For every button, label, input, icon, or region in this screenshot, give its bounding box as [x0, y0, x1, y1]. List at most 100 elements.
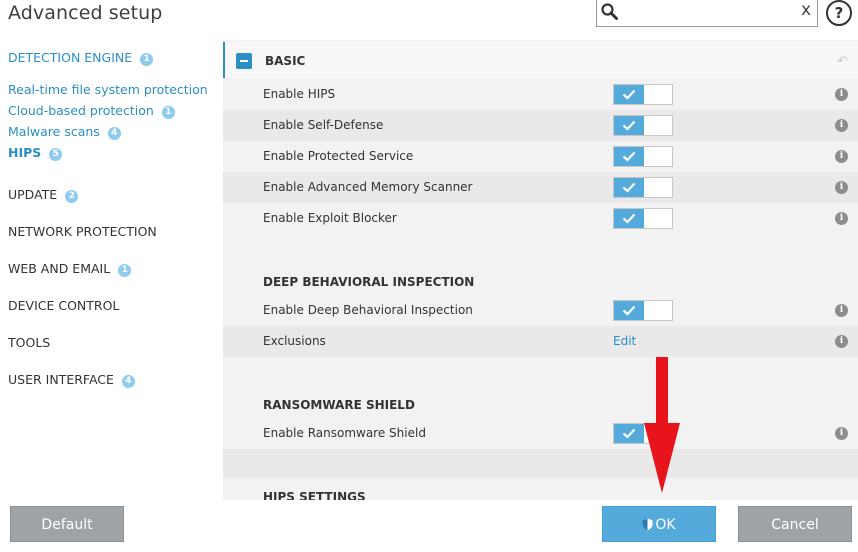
count-badge: 2 — [65, 190, 79, 203]
enable-memory-scanner-toggle[interactable] — [613, 177, 673, 198]
check-icon — [622, 182, 636, 193]
sidebar-item-label: TOOLS — [8, 335, 51, 350]
setting-row-enable-protected-service: Enable Protected Service i — [223, 141, 858, 172]
count-badge: 1 — [118, 264, 132, 277]
sidebar-item-device-control[interactable]: DEVICE CONTROL — [8, 298, 119, 313]
info-icon[interactable]: i — [835, 212, 848, 225]
count-badge: 1 — [161, 106, 175, 119]
setting-row-enable-ransomware-shield: Enable Ransomware Shield i — [223, 418, 858, 449]
sidebar-item-label: NETWORK PROTECTION — [8, 224, 157, 239]
help-icon[interactable]: ? — [826, 0, 852, 26]
check-icon — [622, 120, 636, 131]
toggle-on-indicator — [614, 85, 644, 104]
ok-button[interactable]: OK — [602, 506, 716, 542]
exclusions-edit-link[interactable]: Edit — [613, 334, 636, 348]
section-header-hips-settings: HIPS SETTINGS — [223, 478, 858, 500]
enable-hips-toggle[interactable] — [613, 84, 673, 105]
count-badge: 5 — [49, 148, 63, 161]
sidebar-item-label: DETECTION ENGINE — [8, 50, 133, 65]
setting-row-enable-exploit-blocker: Enable Exploit Blocker i — [223, 203, 858, 234]
toggle-on-indicator — [614, 178, 644, 197]
toggle-on-indicator — [614, 116, 644, 135]
sidebar-item-user-interface[interactable]: USER INTERFACE 4 — [8, 372, 135, 388]
section-header-deep-behavioral: DEEP BEHAVIORAL INSPECTION — [223, 263, 858, 299]
sidebar: DETECTION ENGINE 1 Real-time file system … — [0, 40, 222, 500]
sidebar-item-label: UPDATE — [8, 187, 58, 202]
sidebar-item-label: HIPS — [8, 145, 42, 160]
setting-label: Enable Deep Behavioral Inspection — [263, 303, 473, 317]
enable-deep-inspection-toggle[interactable] — [613, 300, 673, 321]
toggle-on-indicator — [614, 147, 644, 166]
setting-label: Enable Exploit Blocker — [263, 211, 397, 225]
sidebar-item-label: Real-time file system protection — [8, 82, 208, 97]
cancel-button[interactable]: Cancel — [738, 506, 852, 542]
sidebar-item-realtime-protection[interactable]: Real-time file system protection — [8, 82, 208, 97]
info-icon[interactable]: i — [835, 181, 848, 194]
settings-panel: BASIC ↶ Enable HIPS i Enable Self-Defens… — [223, 40, 858, 500]
sidebar-item-label: WEB AND EMAIL — [8, 261, 111, 276]
section-header-basic[interactable]: BASIC ↶ — [223, 42, 858, 78]
setting-row-enable-memory-scanner: Enable Advanced Memory Scanner i — [223, 172, 858, 203]
setting-label: Enable HIPS — [263, 87, 336, 101]
section-title: BASIC — [265, 54, 306, 68]
check-icon — [622, 89, 636, 100]
setting-row-exclusions: Exclusions Edit i — [223, 326, 858, 357]
page-title: Advanced setup — [8, 2, 163, 24]
info-icon[interactable]: i — [835, 304, 848, 317]
setting-row-enable-deep-inspection: Enable Deep Behavioral Inspection i — [223, 295, 858, 326]
sidebar-item-update[interactable]: UPDATE 2 — [8, 187, 79, 203]
section-title: RANSOMWARE SHIELD — [263, 398, 415, 412]
info-icon[interactable]: i — [835, 150, 848, 163]
check-icon — [622, 428, 636, 439]
sidebar-item-hips[interactable]: HIPS 5 — [8, 145, 63, 161]
setting-label: Exclusions — [263, 334, 326, 348]
setting-label: Enable Self-Defense — [263, 118, 384, 132]
sidebar-item-label: USER INTERFACE — [8, 372, 114, 387]
count-badge: 4 — [121, 375, 135, 388]
setting-label: Enable Protected Service — [263, 149, 414, 163]
empty-row — [223, 449, 858, 480]
section-header-ransomware-shield: RANSOMWARE SHIELD — [223, 386, 858, 422]
sidebar-item-malware-scans[interactable]: Malware scans 4 — [8, 124, 121, 140]
sidebar-item-tools[interactable]: TOOLS — [8, 335, 50, 350]
sidebar-item-network-protection[interactable]: NETWORK PROTECTION — [8, 224, 157, 239]
revert-icon[interactable]: ↶ — [837, 54, 848, 69]
setting-row-enable-hips: Enable HIPS i — [223, 79, 858, 110]
count-badge: 4 — [107, 127, 121, 140]
setting-row-enable-self-defense: Enable Self-Defense i — [223, 110, 858, 141]
check-icon — [622, 213, 636, 224]
clear-search-button[interactable]: x — [801, 0, 811, 20]
ok-button-label: OK — [655, 517, 676, 533]
shield-icon — [642, 518, 653, 531]
toggle-on-indicator — [614, 209, 644, 228]
sidebar-item-cloud-protection[interactable]: Cloud-based protection 1 — [8, 103, 175, 119]
toggle-on-indicator — [614, 301, 644, 320]
count-badge: 1 — [140, 53, 154, 66]
collapse-icon[interactable] — [236, 53, 252, 69]
advanced-setup-window: Advanced setup x ? DETECTION ENGINE 1 Rea… — [0, 0, 858, 552]
header: Advanced setup x ? — [0, 0, 858, 34]
enable-self-defense-toggle[interactable] — [613, 115, 673, 136]
section-title: DEEP BEHAVIORAL INSPECTION — [263, 275, 475, 289]
sidebar-item-label: Cloud-based protection — [8, 103, 154, 118]
sidebar-item-label: Malware scans — [8, 124, 100, 139]
check-icon — [622, 305, 636, 316]
default-button[interactable]: Default — [10, 506, 124, 542]
toggle-on-indicator — [614, 424, 644, 443]
sidebar-item-web-and-email[interactable]: WEB AND EMAIL 1 — [8, 261, 132, 277]
search-input[interactable]: x — [596, 0, 818, 27]
info-icon[interactable]: i — [835, 335, 848, 348]
sidebar-item-label: DEVICE CONTROL — [8, 298, 120, 313]
section-title: HIPS SETTINGS — [263, 490, 366, 500]
setting-label: Enable Ransomware Shield — [263, 426, 426, 440]
setting-label: Enable Advanced Memory Scanner — [263, 180, 473, 194]
info-icon[interactable]: i — [835, 119, 848, 132]
check-icon — [622, 151, 636, 162]
enable-protected-service-toggle[interactable] — [613, 146, 673, 167]
sidebar-item-detection-engine[interactable]: DETECTION ENGINE 1 — [8, 50, 154, 66]
info-icon[interactable]: i — [835, 427, 848, 440]
footer: Default OK Cancel — [0, 500, 858, 552]
search-icon — [601, 3, 618, 20]
enable-exploit-blocker-toggle[interactable] — [613, 208, 673, 229]
info-icon[interactable]: i — [835, 88, 848, 101]
